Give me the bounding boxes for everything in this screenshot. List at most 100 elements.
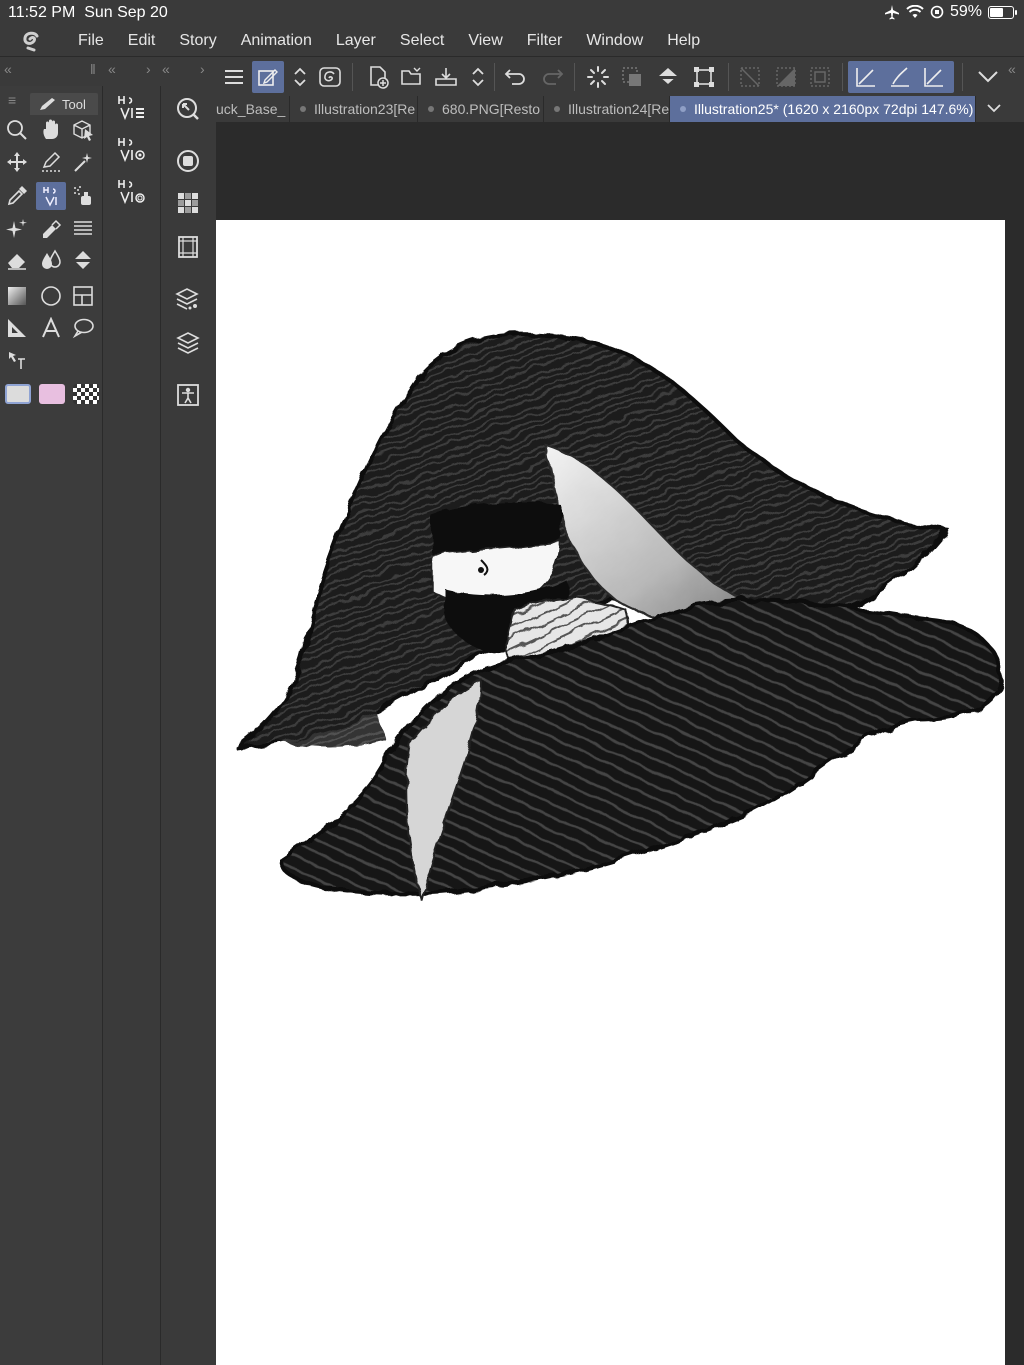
tool-property-icon[interactable]: [173, 146, 203, 176]
transform-icon[interactable]: [688, 61, 720, 93]
collapse-right-icon[interactable]: «: [1008, 61, 1016, 77]
figure-ellipse-icon[interactable]: [36, 282, 66, 310]
layers-icon[interactable]: [173, 328, 203, 358]
layer-property-icon[interactable]: [173, 284, 203, 314]
document-tab-active[interactable]: Illustration25* (1620 x 2160px 72dpi 147…: [670, 96, 976, 122]
save-icon[interactable]: [430, 61, 462, 93]
tool-tab[interactable]: Tool: [30, 93, 98, 115]
document-tab-3[interactable]: 680.PNG[Resto: [418, 96, 544, 122]
eraser-icon[interactable]: [2, 246, 32, 274]
undo-icon[interactable]: [500, 61, 532, 93]
document-tab-label: 680.PNG[Resto: [442, 101, 541, 117]
sub-tool-panel: [103, 86, 161, 1365]
companion-mode-icon[interactable]: [314, 61, 346, 93]
sub-tool-brush-1-icon[interactable]: [115, 92, 147, 124]
hand-tool-icon[interactable]: [36, 116, 66, 144]
fill-bucket-icon[interactable]: [652, 61, 684, 93]
toolbar-separator: [494, 63, 495, 91]
document-tab-bar: uck_Base_ Illustration23[Re 680.PNG[Rest…: [216, 96, 1024, 122]
navigator-icon[interactable]: [173, 94, 203, 124]
object-select-icon[interactable]: [68, 116, 98, 144]
document-tab-2[interactable]: Illustration23[Re: [290, 96, 418, 122]
menu-select[interactable]: Select: [388, 26, 456, 56]
tab-list-chevron-icon[interactable]: [986, 99, 1002, 120]
main-color-swatch[interactable]: [5, 384, 31, 404]
eraser-pen-icon[interactable]: [36, 214, 66, 242]
correct-line-icon[interactable]: [2, 346, 32, 374]
move-layer-icon[interactable]: [2, 148, 32, 176]
clock-time: 11:52 PM: [8, 4, 76, 21]
open-folder-icon[interactable]: [396, 61, 428, 93]
menu-help[interactable]: Help: [655, 26, 712, 56]
brush-tool-icon[interactable]: [36, 182, 66, 210]
edit-mode-button[interactable]: [252, 61, 284, 93]
clear-selection-icon[interactable]: [734, 61, 766, 93]
panel-grip-icon[interactable]: ‖: [90, 61, 96, 77]
frame-border-icon[interactable]: [68, 282, 98, 310]
document-tab-label: uck_Base_: [216, 101, 286, 117]
color-set-icon[interactable]: [173, 188, 203, 218]
battery-level: [990, 7, 1003, 17]
panel-menu-icon[interactable]: ≡: [8, 92, 16, 108]
sub-tool-brush-2-icon[interactable]: [115, 134, 147, 166]
sub-color-swatch[interactable]: [39, 384, 65, 404]
timeline-film-icon[interactable]: [173, 232, 203, 262]
invert-selection-icon[interactable]: [770, 61, 802, 93]
tool-panel-header: ≡ Tool: [0, 90, 103, 115]
loading-spinner-icon[interactable]: [582, 61, 614, 93]
ruler-snap-group[interactable]: [848, 61, 954, 93]
panel-icon-column: [161, 86, 216, 1365]
expand-collapse-icon[interactable]: [462, 61, 494, 93]
collapse-icons-icon[interactable]: «: [162, 61, 170, 77]
eyedropper-icon[interactable]: [2, 182, 32, 210]
document-tab-1[interactable]: uck_Base_: [216, 96, 290, 122]
magic-wand-icon[interactable]: [68, 148, 98, 176]
battery-percent: 59%: [949, 3, 982, 20]
toolbar-separator: [962, 63, 963, 91]
new-file-icon[interactable]: [362, 61, 394, 93]
text-tool-icon[interactable]: [36, 314, 66, 342]
document-tab-label: Illustration25* (1620 x 2160px 72dpi 147…: [694, 101, 974, 117]
airbrush-icon[interactable]: [68, 182, 98, 210]
menu-view[interactable]: View: [456, 26, 514, 56]
airplane-icon: [884, 5, 899, 20]
menu-file[interactable]: File: [66, 26, 116, 56]
selection-pen-icon[interactable]: [36, 148, 66, 176]
material-figure-icon[interactable]: [173, 380, 203, 410]
menu-window[interactable]: Window: [574, 26, 655, 56]
menu-story[interactable]: Story: [167, 26, 228, 56]
redo-icon[interactable]: [536, 61, 568, 93]
expand-icons-icon[interactable]: ›: [200, 61, 205, 77]
document-tab-4[interactable]: Illustration24[Re: [544, 96, 670, 122]
collapse-left-icon[interactable]: «: [4, 61, 12, 77]
ruler-tool-icon[interactable]: [2, 314, 32, 342]
hatching-lines-icon[interactable]: [68, 214, 98, 242]
decoration-sparkle-icon[interactable]: [2, 214, 32, 242]
expand-subtool-icon[interactable]: ›: [146, 61, 151, 77]
transparent-color-swatch[interactable]: [73, 384, 99, 404]
crop-to-selection-icon[interactable]: [804, 61, 836, 93]
menu-filter[interactable]: Filter: [515, 26, 575, 56]
collapse-subtool-icon[interactable]: «: [108, 61, 116, 77]
gradient-tool-icon[interactable]: [2, 282, 32, 310]
menu-animation[interactable]: Animation: [229, 26, 324, 56]
tab-dot-icon: [680, 106, 686, 112]
tool-panel: ≡ Tool: [0, 86, 103, 1365]
chevron-down-icon[interactable]: [972, 61, 1004, 93]
select-area-icon[interactable]: [616, 61, 648, 93]
sub-tool-brush-3-icon[interactable]: [115, 176, 147, 208]
menu-edit[interactable]: Edit: [116, 26, 168, 56]
canvas-workspace: [216, 122, 1024, 1365]
app-logo-icon[interactable]: [12, 26, 52, 56]
expand-collapse-icon[interactable]: [284, 61, 316, 93]
balloon-tool-icon[interactable]: [68, 314, 98, 342]
fill-tool-icon[interactable]: [68, 246, 98, 274]
hamburger-menu-icon[interactable]: [218, 61, 250, 93]
menu-layer[interactable]: Layer: [324, 26, 388, 56]
canvas-scroll-gutter[interactable]: [1005, 122, 1024, 1365]
drawing-canvas[interactable]: [216, 220, 1005, 1365]
status-bar: 11:52 PM Sun Sep 20 59%: [0, 0, 1024, 26]
zoom-tool-icon[interactable]: [2, 116, 32, 144]
blend-drops-icon[interactable]: [36, 246, 66, 274]
wifi-icon: [906, 5, 924, 18]
